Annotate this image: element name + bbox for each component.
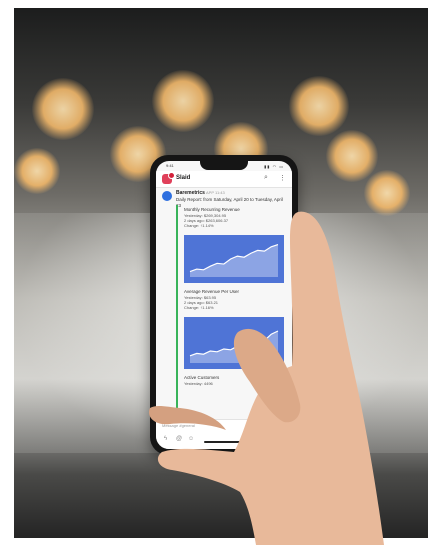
- search-icon[interactable]: ⌕: [264, 174, 268, 182]
- more-icon[interactable]: ⋮: [279, 174, 286, 182]
- status-icons: ▮▮ ◠ ▭: [264, 164, 284, 169]
- bokeh-light: [14, 148, 60, 194]
- bokeh-light: [289, 76, 349, 136]
- bokeh-light: [326, 130, 378, 182]
- status-time: 9:41: [166, 163, 174, 168]
- workspace-name[interactable]: Slaid: [176, 175, 190, 181]
- app-topbar: Slaid ⌕ ⋮: [156, 171, 292, 188]
- message-meta: APP 11:43: [206, 190, 225, 195]
- hand: [148, 211, 384, 545]
- bokeh-light: [152, 70, 214, 132]
- thumb-fold: [148, 405, 226, 430]
- app-name[interactable]: Baremetrics: [176, 190, 205, 196]
- notification-badge: [168, 172, 175, 179]
- bokeh-light: [32, 78, 94, 140]
- phone-notch: [200, 161, 248, 170]
